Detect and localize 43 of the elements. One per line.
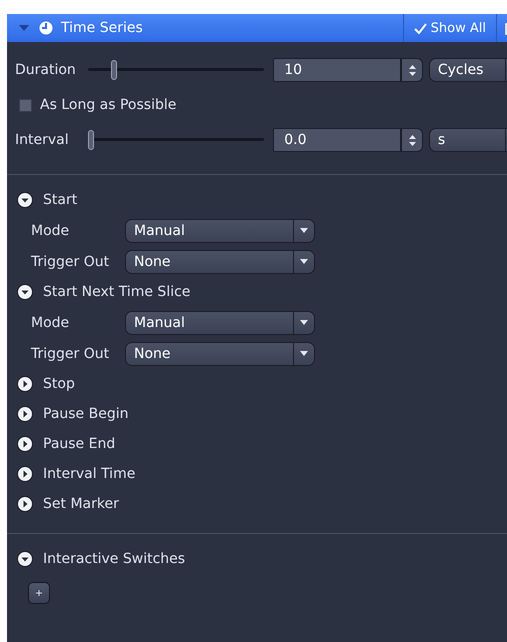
caret-icon: [300, 351, 308, 356]
field-label: Mode: [31, 314, 70, 330]
slider-thumb[interactable]: [88, 130, 94, 150]
section-header[interactable]: Start: [15, 185, 84, 215]
spin-button[interactable]: [401, 128, 423, 152]
panel-title: Time Series: [61, 20, 144, 36]
value-field[interactable]: 10: [273, 58, 402, 82]
setting-label: Duration: [15, 62, 77, 78]
slider[interactable]: [88, 60, 264, 80]
checkbox[interactable]: [19, 98, 32, 112]
slider-thumb[interactable]: [111, 60, 118, 80]
unit-dropdown[interactable]: s: [428, 128, 507, 152]
section-header[interactable]: Stop: [15, 369, 81, 399]
dropdown[interactable]: None: [125, 250, 315, 274]
spin-button[interactable]: [401, 58, 423, 82]
section-header[interactable]: Pause Begin: [15, 399, 134, 429]
section-header[interactable]: Interactive Switches: [15, 544, 192, 574]
check-icon: [414, 22, 427, 34]
section-header[interactable]: Interval Time: [15, 459, 142, 489]
unit-dropdown[interactable]: Cycles: [428, 58, 507, 82]
caret-icon: [300, 259, 308, 264]
field-label: Trigger Out: [31, 254, 110, 270]
value-field[interactable]: 0.0: [273, 128, 402, 152]
field-label: Mode: [31, 222, 70, 238]
clock-icon: [39, 21, 53, 35]
setting-label: Interval: [15, 132, 70, 148]
up-arrow-icon[interactable]: [408, 134, 416, 138]
checkbox-option[interactable]: As Long as Possible: [15, 90, 182, 120]
section-header[interactable]: Pause End: [15, 429, 122, 459]
slider[interactable]: [88, 130, 264, 150]
dropdown[interactable]: Manual: [125, 310, 315, 334]
add-button[interactable]: +: [28, 582, 50, 604]
section-header[interactable]: Set Marker: [15, 489, 125, 519]
up-arrow-icon[interactable]: [408, 64, 416, 68]
caret-icon: [300, 320, 308, 325]
dropdown[interactable]: None: [125, 342, 315, 366]
down-arrow-icon[interactable]: [408, 72, 416, 76]
field-label: Trigger Out: [31, 346, 110, 362]
section-header[interactable]: Start Next Time Slice: [15, 277, 196, 307]
dropdown[interactable]: Manual: [125, 218, 315, 242]
caret-icon: [300, 228, 308, 233]
show-all-button[interactable]: Show All: [402, 14, 496, 42]
down-arrow-icon[interactable]: [408, 142, 416, 146]
